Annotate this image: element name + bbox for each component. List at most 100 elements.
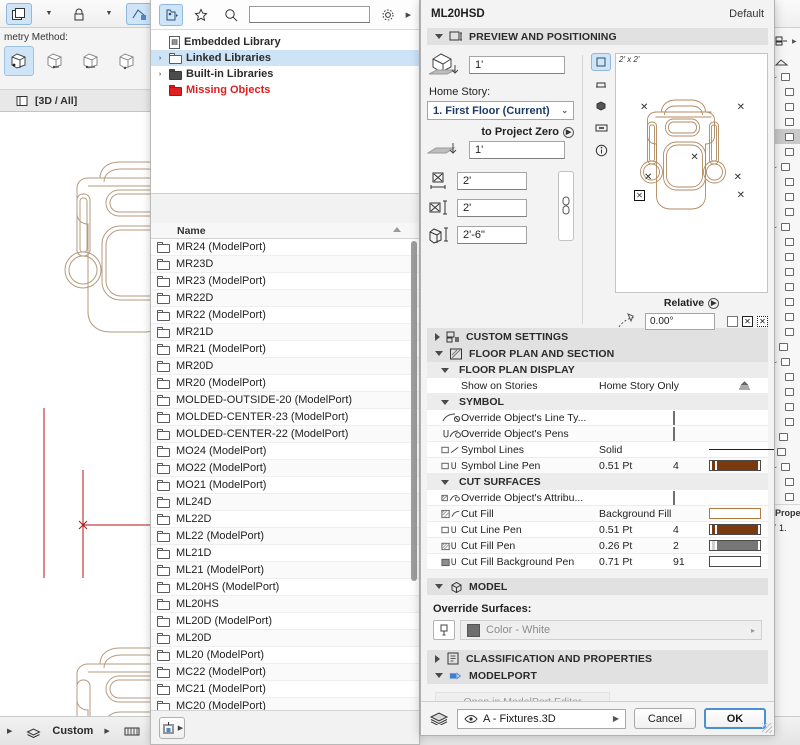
surface-select[interactable]: Color - White ▸ (460, 620, 762, 640)
table-row-show-on-stories[interactable]: Show on Stories Home Story Only (427, 378, 768, 394)
add-library-icon[interactable] (159, 3, 183, 26)
list-item[interactable]: MOLDED-CENTER-22 (ModelPort) (151, 426, 419, 443)
chevron-right-icon[interactable] (435, 332, 440, 341)
list-item[interactable]: ML20D (ModelPort) (151, 613, 419, 630)
table-row-override-line-type[interactable]: Override Object's Line Ty... (427, 410, 768, 426)
height-field[interactable]: 2'-6" (457, 226, 527, 244)
settings-dropdown-arrow[interactable]: ▶ (406, 11, 411, 19)
object-tool-dropdown[interactable]: ▼ (36, 3, 62, 25)
list-item[interactable]: MO24 (ModelPort) (151, 443, 419, 460)
chevron-down-icon[interactable] (441, 367, 449, 373)
group-floor-plan-display[interactable]: FLOOR PLAN DISPLAY (427, 362, 768, 378)
list-item[interactable]: ML20HS (151, 596, 419, 613)
chevron-down-icon[interactable] (441, 399, 449, 405)
tab-elevation-view[interactable] (591, 75, 611, 93)
hotspot-marker[interactable]: ✕ (734, 172, 742, 183)
override-attributes-checkbox[interactable] (673, 490, 675, 505)
list-item[interactable]: MR21D (151, 324, 419, 341)
list-item[interactable]: MOLDED-OUTSIDE-20 (ModelPort) (151, 392, 419, 409)
section-floor-plan-and-section[interactable]: FLOOR PLAN AND SECTION (427, 345, 768, 362)
hotspot-marker[interactable]: ✕ (640, 102, 648, 113)
hotspot-marker[interactable]: ✕ (690, 152, 698, 163)
list-item[interactable]: MC21 (ModelPort) (151, 681, 419, 698)
layer-combo-icon[interactable] (23, 721, 44, 741)
width-field[interactable]: 2' (457, 172, 527, 190)
chevron-right-icon[interactable] (435, 654, 440, 663)
show-on-stories-icon[interactable] (709, 380, 768, 392)
list-item[interactable]: MR22D (151, 290, 419, 307)
mirror-checkbox[interactable] (727, 315, 738, 327)
list-item[interactable]: MR20D (151, 358, 419, 375)
list-item[interactable]: ML22D (151, 511, 419, 528)
geometry-method-4-icon[interactable] (112, 46, 142, 76)
popup-arrow-icon[interactable]: ▶ (563, 126, 575, 138)
group-cut-surfaces[interactable]: CUT SURFACES (427, 474, 768, 490)
override-pens-checkbox[interactable] (673, 426, 675, 441)
tab-section-view[interactable] (591, 119, 611, 137)
lock-tool-button[interactable] (66, 3, 92, 25)
chevron-right-icon[interactable]: ▶ (613, 714, 619, 723)
tree-item-builtin-libraries[interactable]: › Built-in Libraries (151, 66, 419, 82)
row-value[interactable]: Solid (599, 444, 673, 456)
search-input-wrapper[interactable] (249, 6, 370, 23)
table-row-cut-fill[interactable]: Cut Fill Background Fill (427, 506, 768, 522)
chevron-down-icon[interactable] (441, 479, 449, 485)
anchor-point-toggle[interactable]: ✕ (742, 315, 753, 327)
library-manager-window[interactable]: ▶ ▤ Embedded Library › Linked Libraries … (150, 0, 420, 745)
tab-3d-view[interactable] (591, 97, 611, 115)
grid-toggle-icon[interactable] (121, 721, 143, 741)
favorite-label[interactable]: Default (729, 8, 764, 20)
list-item[interactable]: MO21 (ModelPort) (151, 477, 419, 494)
list-item[interactable]: MR22 (ModelPort) (151, 307, 419, 324)
statusbar-prev-button[interactable]: ▶ (4, 721, 15, 741)
tree-expander[interactable]: › (155, 55, 165, 62)
chevron-down-icon[interactable] (435, 584, 443, 589)
override-line-type-checkbox[interactable] (673, 410, 675, 425)
row-value[interactable]: Background Fill (599, 508, 709, 520)
list-item[interactable]: ML20D (151, 630, 419, 647)
table-row-cut-fill-pen[interactable]: Cut Fill Pen 0.26 Pt 2 (427, 538, 768, 554)
row-value[interactable]: 0.26 Pt (599, 540, 673, 552)
table-row-cut-line-pen[interactable]: Cut Line Pen 0.51 Pt 4 (427, 522, 768, 538)
tree-expander[interactable]: › (155, 71, 165, 78)
view-tab-label[interactable]: [3D / All] (35, 95, 77, 107)
anchor-point-marker[interactable]: ✕ (634, 190, 645, 201)
elevation-home-story-field[interactable]: 1' (469, 56, 565, 74)
proportional-link-toggle[interactable] (558, 171, 575, 241)
object-preview[interactable]: 2' x 2' ✕ ✕ ✕ ✕ ✕ ✕ ✕ (615, 53, 768, 293)
row-value[interactable]: Home Story Only (599, 380, 709, 392)
search-icon[interactable] (219, 4, 243, 26)
settings-gear-icon[interactable] (376, 4, 400, 26)
hotspot-display-toggle[interactable]: ✕ (757, 315, 768, 327)
list-column-header[interactable]: Name (151, 223, 419, 239)
tree-item-embedded-library[interactable]: ▤ Embedded Library (151, 34, 419, 50)
object-settings-dialog[interactable]: ML20HSD Default PREVIEW AND POSITIONING (420, 0, 775, 736)
row-value[interactable]: 0.51 Pt (599, 460, 673, 472)
list-item[interactable]: ML24D (151, 494, 419, 511)
tree-item-linked-libraries[interactable]: › Linked Libraries (151, 50, 419, 66)
search-input[interactable] (250, 7, 369, 22)
list-item[interactable]: ML21D (151, 545, 419, 562)
list-item[interactable]: ML21 (ModelPort) (151, 562, 419, 579)
library-item-list[interactable]: MR24 (ModelPort) MR23D MR23 (ModelPort) MR2… (151, 239, 419, 710)
list-item[interactable]: MC22 (ModelPort) (151, 664, 419, 681)
pen-color-swatch[interactable] (709, 524, 761, 535)
section-model[interactable]: MODEL (427, 578, 768, 595)
layer-select[interactable]: A - Fixtures.3D ▶ (457, 708, 626, 729)
tab-info[interactable] (591, 141, 611, 159)
library-tree[interactable]: ▤ Embedded Library › Linked Libraries › … (151, 30, 419, 194)
pen-color-swatch[interactable] (709, 556, 761, 567)
layers-icon[interactable] (429, 710, 449, 728)
line-preview-swatch[interactable] (709, 449, 774, 450)
list-item[interactable]: MO22 (ModelPort) (151, 460, 419, 477)
row-pen-number[interactable]: 91 (673, 556, 709, 568)
sort-ascending-icon[interactable] (393, 227, 401, 232)
geometry-method-3-icon[interactable] (76, 46, 106, 76)
cancel-button[interactable]: Cancel (634, 708, 696, 729)
list-item[interactable]: MR23 (ModelPort) (151, 273, 419, 290)
hotspot-marker[interactable]: ✕ (737, 102, 745, 113)
relative-angle-row[interactable]: Relative ▶ (615, 297, 768, 309)
list-item[interactable]: MR23D (151, 256, 419, 273)
column-header-name[interactable]: Name (177, 225, 206, 237)
to-project-zero-row[interactable]: to Project Zero ▶ (427, 126, 575, 138)
